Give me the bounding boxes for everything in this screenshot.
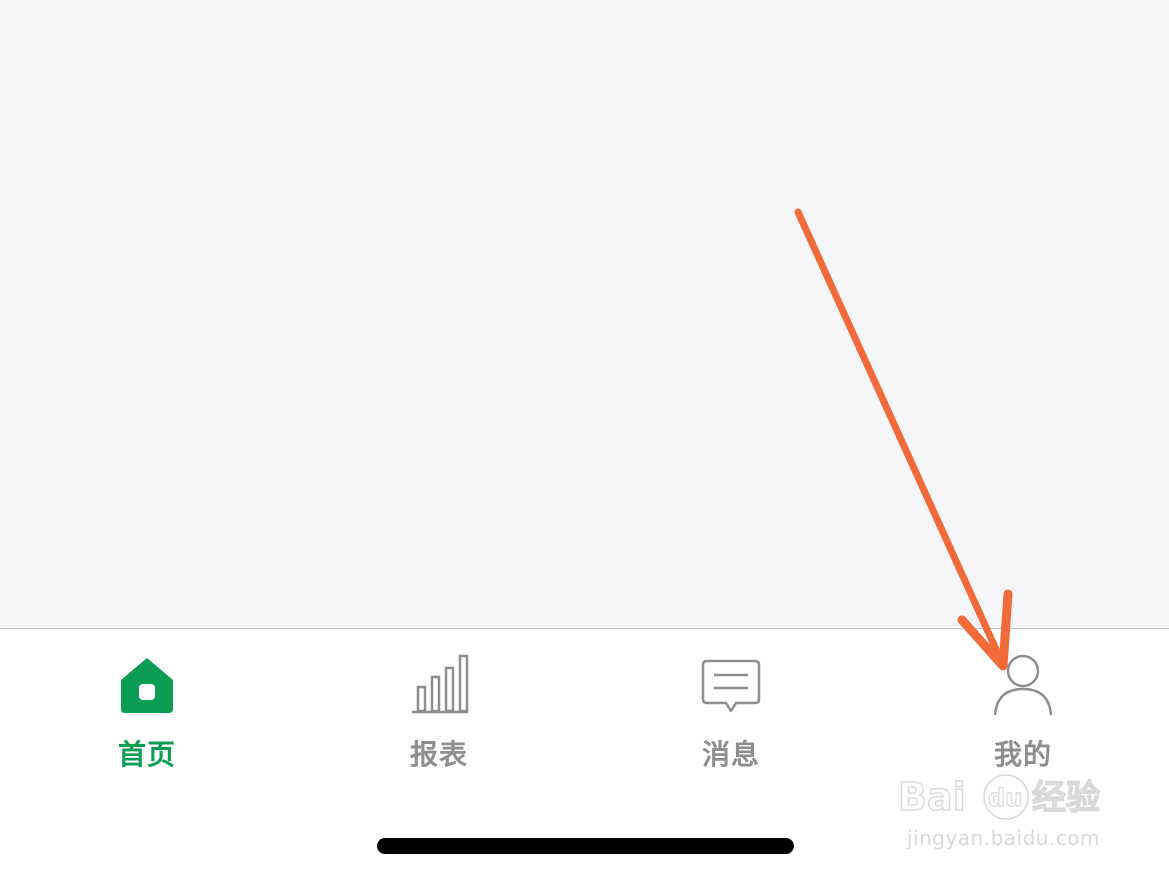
home-icon bbox=[121, 658, 173, 713]
tab-reports-label: 报表 bbox=[409, 738, 468, 771]
tab-messages-label: 消息 bbox=[701, 738, 760, 771]
tab-messages[interactable]: 消息 bbox=[585, 651, 877, 781]
tab-me-label: 我的 bbox=[993, 738, 1052, 771]
tab-home[interactable]: 首页 bbox=[1, 651, 293, 781]
person-icon bbox=[993, 654, 1053, 715]
tab-home-label: 首页 bbox=[117, 738, 176, 771]
tab-reports[interactable]: 报表 bbox=[293, 651, 585, 781]
bar-chart-icon bbox=[412, 654, 469, 714]
content-area bbox=[0, 0, 1169, 628]
home-indicator bbox=[377, 838, 794, 854]
message-icon bbox=[701, 659, 761, 713]
tab-me[interactable]: 我的 bbox=[877, 651, 1169, 781]
